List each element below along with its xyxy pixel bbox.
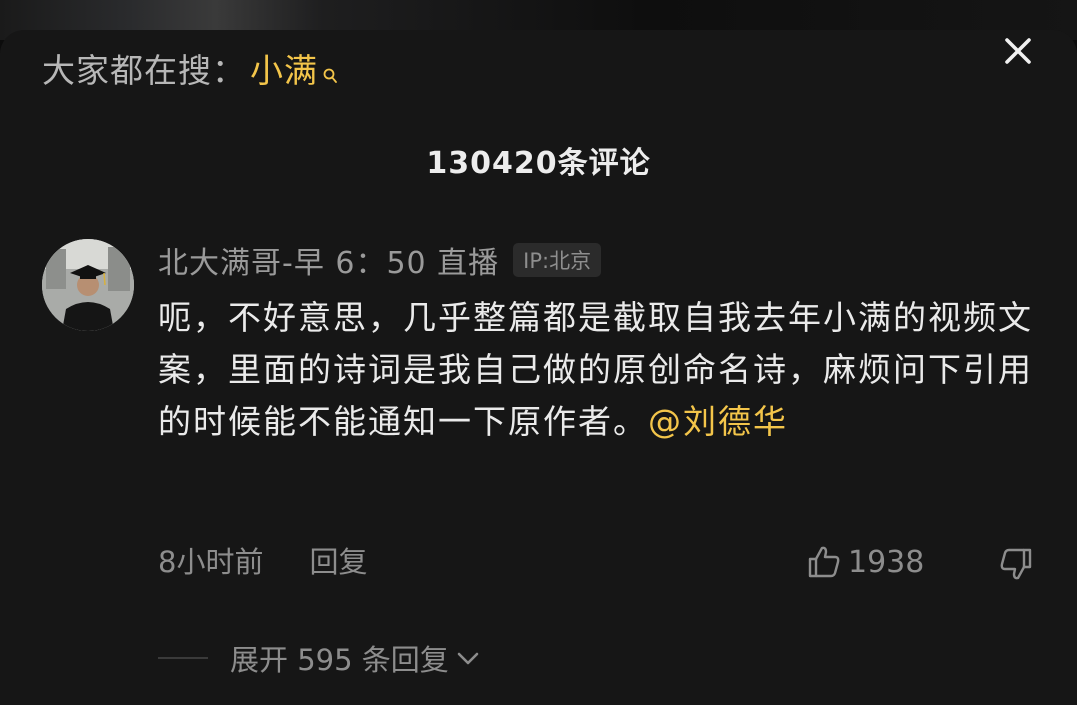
expand-replies-label: 展开 595 条回复 (230, 643, 449, 677)
comment-text: 呃，不好意思，几乎整篇都是截取自我去年小满的视频文案，里面的诗词是我自己做的原创… (158, 292, 1038, 448)
thumbs-down-icon[interactable] (998, 546, 1034, 582)
trending-search-bar[interactable]: 大家都在搜： 小满 (42, 48, 338, 90)
comment-body-text: 呃，不好意思，几乎整篇都是截取自我去年小满的视频文案，里面的诗词是我自己做的原创… (158, 298, 1033, 441)
comment-meta-row: 8小时前 回复 (158, 540, 367, 580)
chevron-down-icon (457, 652, 479, 665)
mention-link[interactable]: @刘德华 (648, 402, 788, 441)
search-icon[interactable] (322, 53, 338, 83)
username[interactable]: 北大满哥-早 6：50 直播 (158, 238, 499, 282)
comment-count-title: 130420条评论 (426, 146, 651, 181)
reply-button[interactable]: 回复 (309, 539, 367, 581)
thumbs-up-icon (808, 546, 840, 578)
trending-term[interactable]: 小满 (250, 44, 318, 92)
expand-divider (158, 657, 208, 659)
expand-replies-button[interactable]: 展开 595 条回复 (158, 636, 481, 680)
close-icon[interactable] (1001, 34, 1035, 68)
avatar[interactable] (42, 239, 134, 331)
comment-user-row: 北大满哥-早 6：50 直播 IP:北京 (158, 238, 602, 282)
trending-prefix: 大家都在搜： (42, 51, 246, 90)
like-button[interactable]: 1938 (806, 542, 924, 582)
like-count: 1938 (848, 544, 925, 580)
ip-location-badge: IP:北京 (513, 243, 602, 277)
comment-timestamp: 8小时前 (158, 545, 264, 579)
